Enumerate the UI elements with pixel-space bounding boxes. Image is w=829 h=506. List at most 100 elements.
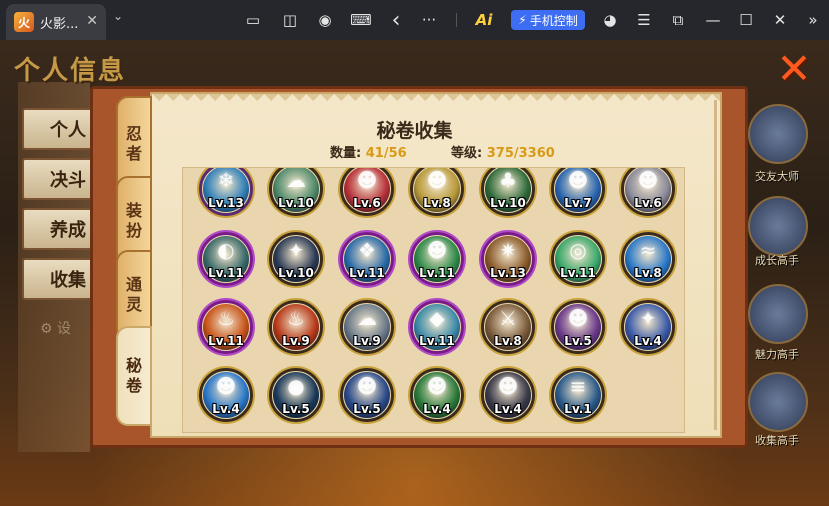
count-value: 41/56 [365,146,407,161]
settings-button[interactable]: ⚙ 设 [40,318,71,338]
account-icon[interactable]: ◕ [600,10,620,30]
scroll-emblem-icon: ☻ [637,168,659,192]
close-window-icon[interactable]: ✕ [770,10,790,30]
scroll-emblem-icon: ❖ [358,238,376,262]
achievement-label: 成长高手 [755,254,799,267]
scroll-emblem-icon: ◐ [217,238,235,262]
scroll-emblem-icon: ✦ [639,306,657,330]
scroll-level: Lv.5 [353,402,381,416]
app-tab[interactable]: 火 火影... ✕ [6,4,106,40]
scroll-item[interactable]: ● Lv.5 [269,368,323,422]
scroll-item[interactable]: ☁ Lv.10 [269,168,323,216]
scroll-level: Lv.11 [208,334,244,348]
scroll-item[interactable]: ♨ Lv.9 [269,300,323,354]
scroll-item[interactable]: ☻ Lv.4 [199,368,253,422]
tab-scroll[interactable]: 秘 卷 [116,326,152,426]
scroll-emblem-icon: ◆ [429,306,445,330]
scroll-item[interactable]: ☻ Lv.11 [410,232,464,286]
keyboard-icon[interactable]: ⌨ [350,10,372,30]
close-panel-icon[interactable]: ✕ [770,48,818,90]
scroll-item[interactable]: ☻ Lv.5 [340,368,394,422]
scroll-item[interactable]: ❄ Lv.13 [199,168,253,216]
lightning-icon: ⚡ [518,13,527,27]
scroll-level: Lv.9 [282,334,310,348]
scroll-item[interactable]: ☻ Lv.8 [410,168,464,216]
scroll-level: Lv.11 [208,266,244,280]
scroll-level: Lv.4 [494,402,522,416]
scroll-emblem-icon: ≈ [639,238,657,262]
tab-label: 装 扮 [125,201,142,240]
scroll-level: Lv.9 [353,334,381,348]
scroll-level: Lv.7 [564,196,592,210]
scroll-emblem-icon: ♨ [287,306,305,330]
menu-icon[interactable]: ☰ [634,10,654,30]
menu-growth-button[interactable]: 养成 [22,208,94,250]
scroll-item[interactable]: ✦ Lv.4 [621,300,675,354]
scroll-item[interactable]: ◆ Lv.11 [410,300,464,354]
scroll-level: Lv.8 [423,196,451,210]
scroll-item[interactable]: ☻ Lv.6 [621,168,675,216]
cast-icon[interactable]: ▭ [243,10,263,30]
scroll-level: Lv.1 [564,402,592,416]
phone-control-label: 手机控制 [529,13,578,28]
scroll-item[interactable]: ✦ Lv.10 [269,232,323,286]
scroll-item[interactable]: ⚔ Lv.8 [481,300,535,354]
level-stat: 等级: 375/3360 [451,142,555,161]
popout-icon[interactable]: ⧉ [668,10,688,30]
tab-label: 秘 卷 [125,356,142,395]
menu-duel-button[interactable]: 决斗 [22,158,94,200]
tab-dropdown-icon[interactable]: ⌄ [113,9,123,23]
scroll-item[interactable]: ✷ Lv.13 [481,232,535,286]
scroll-item[interactable]: ♣ Lv.10 [481,168,535,216]
menu-collection-button[interactable]: 收集 [22,258,94,300]
scrollbar-track[interactable] [714,100,717,430]
scroll-emblem-icon: ☻ [497,374,519,398]
scroll-emblem-icon: ☻ [426,168,448,192]
more-icon[interactable]: ··· [419,10,439,30]
scroll-level: Lv.11 [560,266,596,280]
scroll-level: Lv.6 [634,196,662,210]
scroll-item[interactable]: ◎ Lv.11 [551,232,605,286]
scroll-item[interactable]: ♨ Lv.11 [199,300,253,354]
banner-title: 个人信息 [14,56,127,86]
scroll-level: Lv.13 [208,196,244,210]
scroll-item[interactable]: ≈ Lv.8 [621,232,675,286]
menu-label: 决斗 [50,170,86,191]
scroll-item[interactable]: ◐ Lv.11 [199,232,253,286]
scroll-emblem-icon: ● [287,374,305,398]
record-icon[interactable]: ◉ [315,10,335,30]
scroll-level: Lv.6 [353,196,381,210]
minimize-icon[interactable]: — [703,10,723,30]
scroll-item[interactable]: ❖ Lv.11 [340,232,394,286]
scroll-level: Lv.11 [349,266,385,280]
app-icon: 火 [14,12,34,32]
scroll-item[interactable]: ☻ Lv.5 [551,300,605,354]
maximize-icon[interactable]: ☐ [736,10,756,30]
scroll-item[interactable]: ☻ Lv.7 [551,168,605,216]
screenshot-icon[interactable]: ◫ [280,10,300,30]
scroll-level: Lv.11 [419,334,455,348]
scroll-emblem-icon: ☻ [356,168,378,192]
scroll-item[interactable]: ☻ Lv.6 [340,168,394,216]
tab-close-icon[interactable]: ✕ [86,13,98,29]
scroll-emblem-icon: ☻ [215,374,237,398]
scroll-item[interactable]: ☁ Lv.9 [340,300,394,354]
scroll-emblem-icon: ♨ [217,306,235,330]
scroll-item[interactable]: ≡ Lv.1 [551,368,605,422]
scroll-emblem-icon: ✷ [499,238,517,262]
achievement-icon [748,372,808,432]
ai-button[interactable]: Ai [474,10,494,30]
menu-label: 收集 [50,270,86,291]
scroll-item[interactable]: ☻ Lv.4 [410,368,464,422]
back-icon[interactable]: ‹ [386,8,406,33]
phone-control-button[interactable]: ⚡ 手机控制 [511,10,585,30]
emulator-window: 火 火影... ✕ ⌄ ▭ ◫ ◉ ⌨ ‹ ··· Ai ⚡ 手机控制 ◕ ☰ … [0,0,829,506]
scroll-emblem-icon: ♣ [499,168,517,192]
achievement-label: 收集高手 [755,434,799,447]
scroll-emblem-icon: ☻ [426,238,448,262]
scroll-emblem-icon: ❄ [217,168,235,192]
scroll-emblem-icon: ≡ [569,374,587,398]
scroll-item[interactable]: ☻ Lv.4 [481,368,535,422]
collapse-sidebar-icon[interactable]: » [803,10,823,30]
scroll-level: Lv.10 [490,196,526,210]
